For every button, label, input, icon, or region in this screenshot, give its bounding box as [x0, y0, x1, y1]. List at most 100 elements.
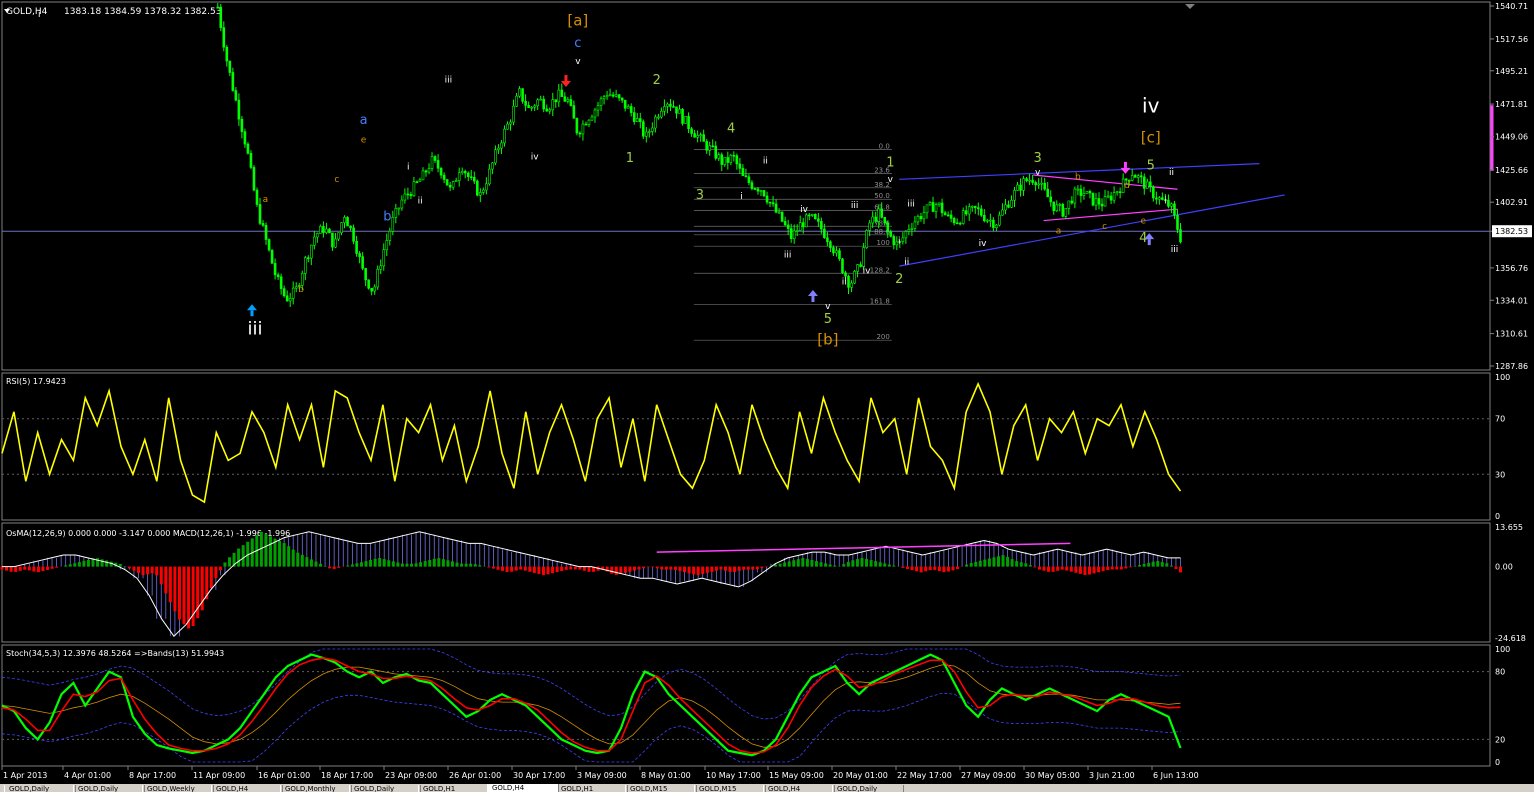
candle-body: [998, 214, 1001, 226]
chart-tab[interactable]: GOLD,H4: [487, 784, 559, 792]
indicator-tick-label: 70: [1495, 415, 1505, 424]
wave-label: v: [825, 302, 831, 312]
candle-body: [735, 155, 739, 165]
candle-body: [1019, 184, 1022, 191]
wave-label: [c]: [1141, 128, 1161, 146]
wave-label: iv: [531, 152, 540, 162]
candle-body: [328, 228, 331, 234]
candle-body: [762, 190, 766, 197]
candle-body: [774, 203, 778, 213]
candle-body: [306, 257, 310, 260]
arrow-shaft: [564, 75, 568, 82]
candle-body: [986, 219, 989, 222]
chart-tab[interactable]: GOLD,H1: [418, 785, 490, 792]
candle-body: [424, 170, 428, 173]
candle-body: [412, 181, 416, 197]
candle-body: [605, 95, 609, 98]
candle-body: [584, 123, 588, 126]
candle-body: [1097, 198, 1101, 205]
candle-body: [675, 106, 678, 114]
candle-body: [916, 216, 920, 223]
candle-body: [382, 249, 386, 267]
candle-body: [777, 211, 781, 214]
candle-body: [811, 214, 814, 216]
candle-body: [403, 193, 407, 201]
chart-tab[interactable]: GOLD,H4: [763, 785, 835, 792]
wave-label: ii: [763, 157, 768, 167]
time-tick-label: 3 Jun 21:00: [1089, 771, 1135, 780]
candle-body: [581, 123, 585, 135]
price-tick-label: 1495.21: [1495, 67, 1528, 76]
candle-body: [614, 94, 618, 97]
chart-tab[interactable]: GOLD,Daily: [4, 785, 76, 792]
candle-body: [648, 131, 651, 133]
candle-body: [346, 217, 349, 227]
candle-body: [282, 288, 286, 297]
candle-body: [219, 6, 223, 28]
candle-body: [285, 295, 289, 302]
candle-body: [880, 208, 884, 218]
price-tick-label: 1540.71: [1495, 2, 1528, 11]
candle-body: [889, 231, 893, 237]
wave-label: a: [263, 195, 269, 205]
candle-body: [925, 204, 929, 214]
wave-label: b: [1075, 172, 1081, 182]
candle-body: [228, 60, 232, 73]
wave-label: 1: [626, 151, 634, 166]
candle-body: [225, 46, 229, 62]
time-tick-label: 20 May 01:00: [833, 771, 888, 780]
candle-body: [231, 72, 235, 91]
candle-body: [288, 298, 292, 302]
price-tick-label: 1402.91: [1495, 198, 1528, 207]
candle-body: [264, 224, 268, 240]
candle-body: [524, 100, 527, 106]
indicator-tick-label: 0.00: [1495, 563, 1513, 572]
candle-body: [430, 156, 434, 169]
candle-body: [1046, 188, 1050, 198]
candle-body: [645, 131, 648, 137]
chart-tab[interactable]: GOLD,H4: [211, 785, 283, 792]
candle-body: [1073, 188, 1077, 204]
chart-tab[interactable]: GOLD,M15: [625, 785, 697, 792]
candle-body: [820, 221, 823, 230]
candle-body: [1161, 197, 1164, 200]
candle-body: [442, 174, 446, 180]
candle-body: [494, 149, 497, 164]
chart-tab[interactable]: GOLD,Daily: [832, 785, 904, 792]
candle-body: [491, 162, 494, 170]
candle-body: [303, 257, 307, 274]
wave-label: 1: [886, 155, 894, 170]
candle-body: [1094, 198, 1098, 206]
candle-body: [1010, 199, 1013, 208]
chart-tab[interactable]: GOLD,Monthly: [280, 785, 352, 792]
chart-tab[interactable]: GOLD,H1: [556, 785, 628, 792]
indicator-tick-label: -24.618: [1495, 634, 1526, 643]
candle-body: [973, 205, 977, 208]
candle-body: [276, 274, 280, 278]
candle-body: [602, 96, 606, 100]
chart-tab[interactable]: GOLD,Daily: [73, 785, 145, 792]
candle-body: [578, 132, 582, 135]
time-tick-label: 30 May 05:00: [1025, 771, 1080, 780]
chart-tab[interactable]: GOLD,M15: [694, 785, 766, 792]
wave-label: [b]: [817, 330, 838, 348]
candle-body: [379, 265, 383, 270]
wave-label: iii: [907, 199, 915, 209]
candle-body: [1115, 191, 1119, 193]
candle-body: [883, 217, 887, 224]
candle-body: [1007, 204, 1010, 208]
chart-tab[interactable]: GOLD,Weekly: [142, 785, 214, 792]
wave-label: c: [1102, 222, 1107, 232]
trading-chart[interactable]: GOLD,H4 1383.18 1384.59 1378.32 1382.53 …: [0, 0, 1534, 784]
candle-body: [1049, 196, 1053, 203]
candle-body: [696, 135, 699, 138]
candle-body: [1067, 200, 1071, 209]
time-tick-label: 26 Apr 01:00: [449, 771, 501, 780]
time-tick-label: 15 May 09:00: [769, 771, 824, 780]
chart-tab[interactable]: GOLD,Daily: [349, 785, 421, 792]
candle-body: [243, 131, 247, 145]
indicator-tick-label: 80: [1495, 668, 1505, 677]
candle-body: [623, 99, 627, 109]
candle-body: [632, 112, 636, 122]
wave-label: ii: [418, 196, 423, 206]
